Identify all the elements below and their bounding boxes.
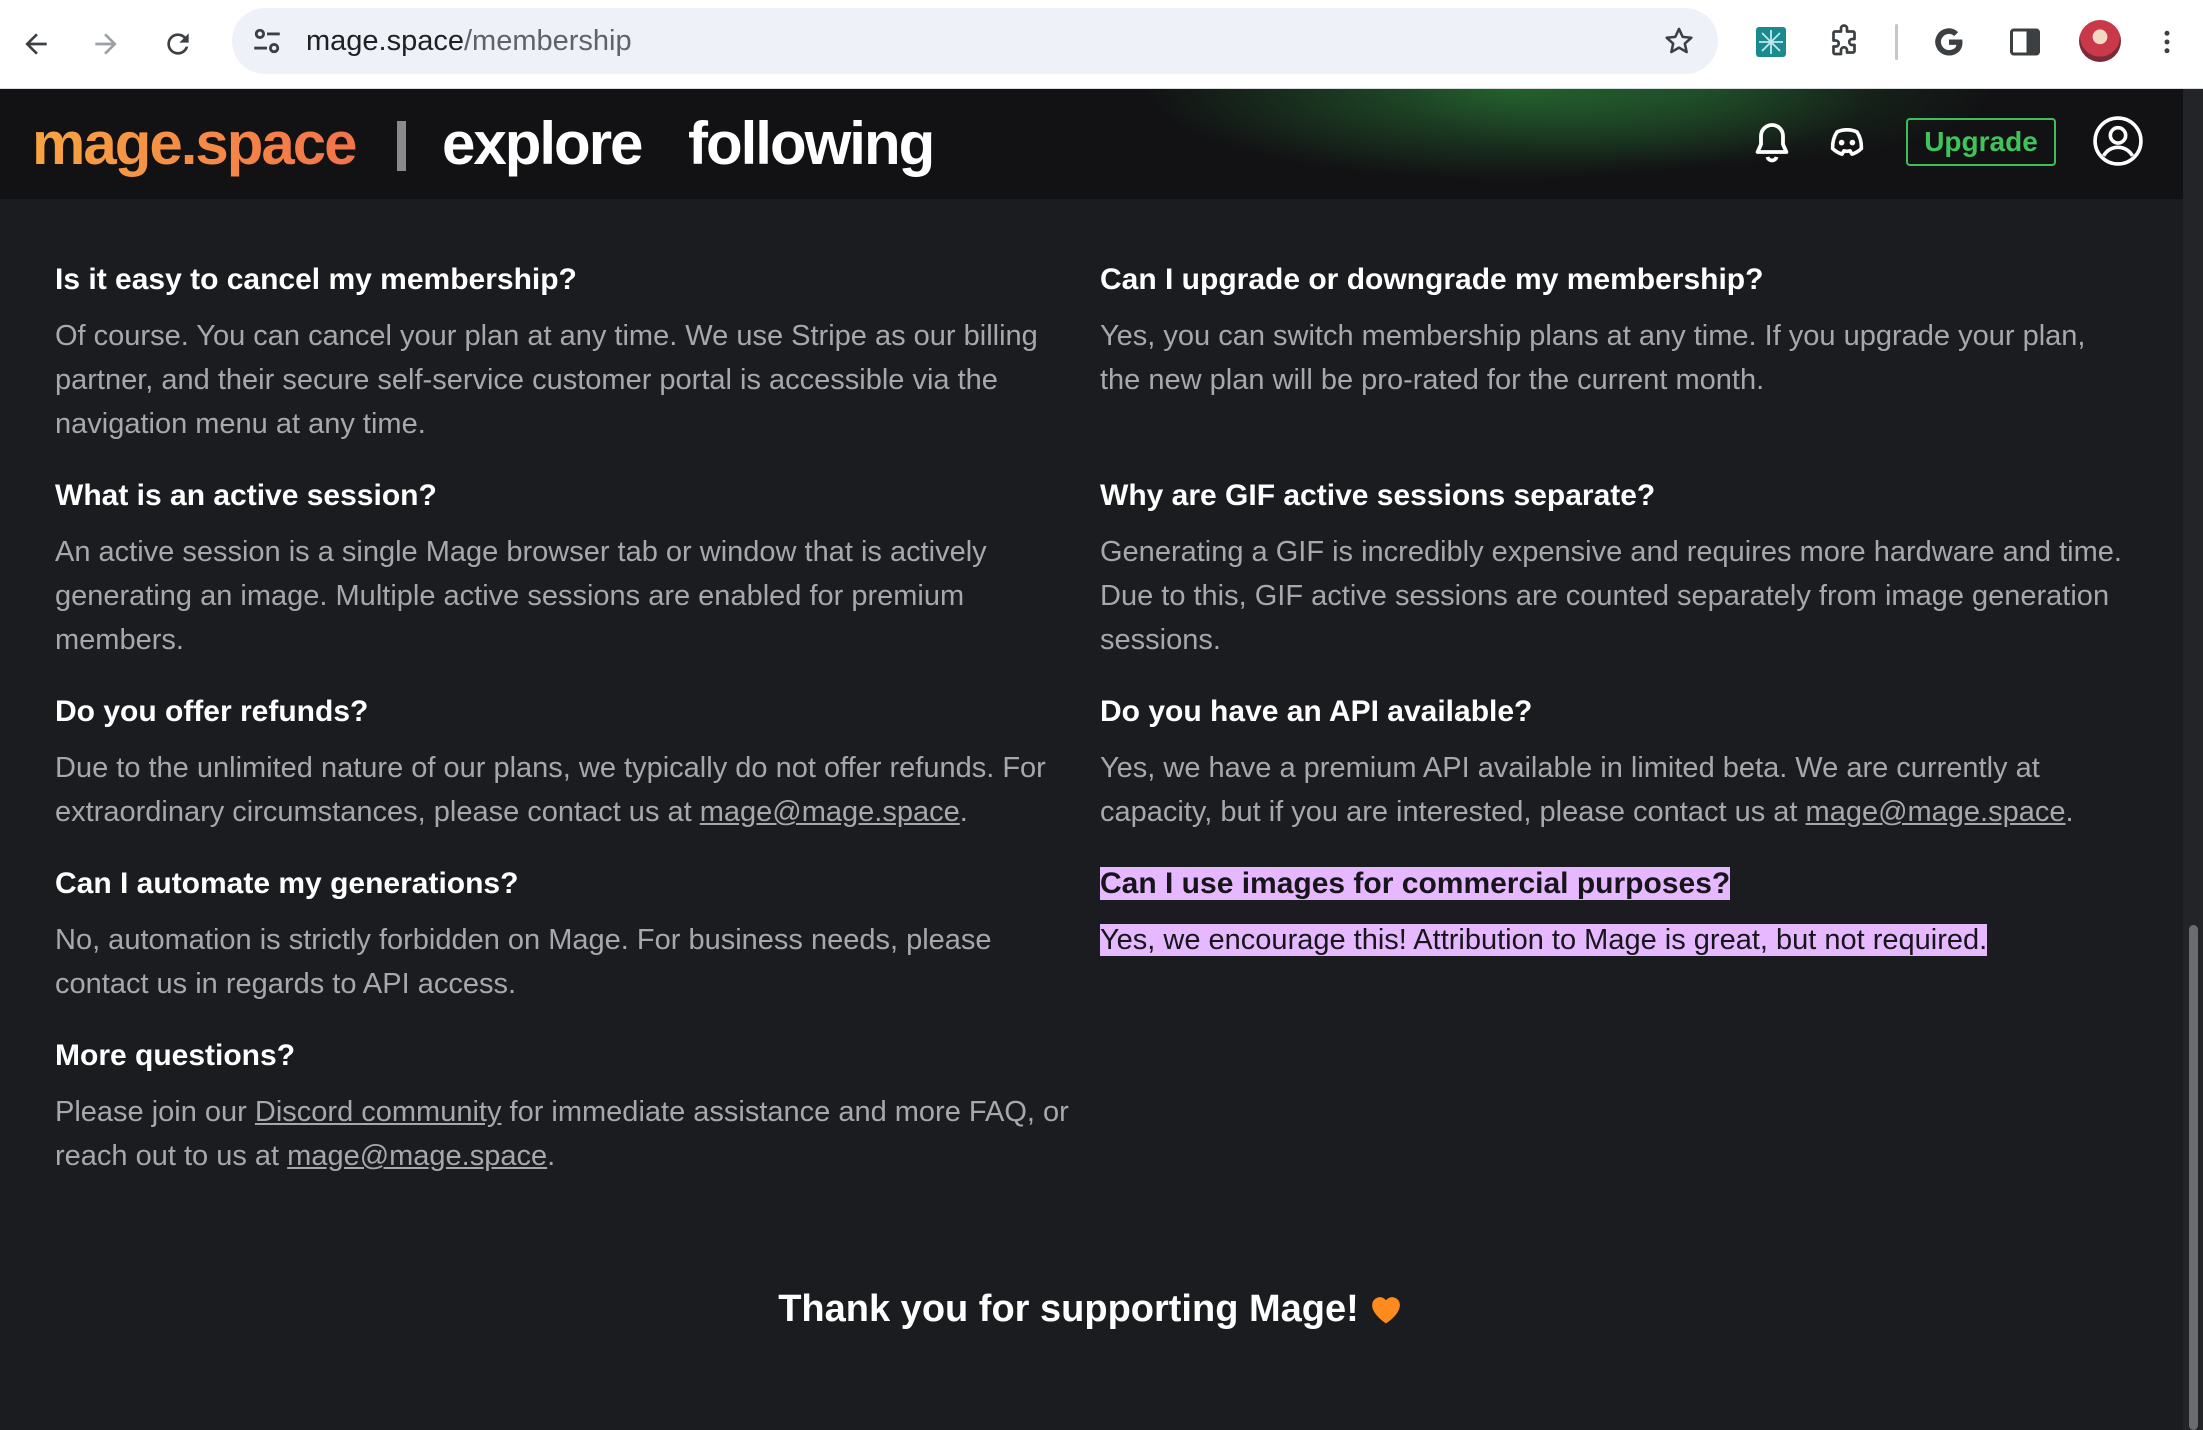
extension-icon [1756, 27, 1786, 57]
back-icon [25, 33, 47, 55]
faq-question-wrapper: Can I use images for commercial purposes… [1100, 864, 2130, 904]
faq-item-api: Do you have an API available? Yes, we ha… [1100, 692, 2130, 834]
faq-item-commercial: Can I use images for commercial purposes… [1100, 864, 2130, 962]
extension-button[interactable] [1751, 20, 1791, 64]
back-button[interactable] [12, 20, 60, 68]
faq-question: Can I automate my generations? [55, 867, 519, 900]
faq-answer: Due to the unlimited nature of our plans… [55, 746, 1070, 834]
faq-question: More questions? [55, 1039, 296, 1072]
faq-answer: Please join our Discord community for im… [55, 1090, 1085, 1178]
faq-question: Why are GIF active sessions separate? [1100, 479, 1656, 512]
browser-menu-button[interactable] [2152, 20, 2182, 64]
site-logo[interactable]: mage.space [32, 89, 358, 199]
profile-avatar[interactable] [2079, 20, 2121, 62]
discord-link[interactable]: Discord community [255, 1096, 502, 1128]
faq-item-more-questions: More questions? Please join our Discord … [55, 1036, 1085, 1178]
header-divider [397, 121, 406, 171]
toolbar-separator [1895, 24, 1898, 60]
faq-item-refunds: Do you offer refunds? Due to the unlimit… [55, 692, 1070, 834]
reload-icon [167, 33, 189, 55]
side-panel-button[interactable] [2005, 20, 2045, 64]
faq-question-highlighted: Can I use images for commercial purposes… [1100, 867, 1731, 900]
site-header: mage.space explore following Upgrade [0, 89, 2183, 199]
url-path: /membership [464, 25, 632, 57]
faq-answer-text: . [2065, 796, 2074, 828]
user-circle-icon[interactable] [2091, 114, 2145, 168]
thank-you-message: Thank you for supporting Mage! [0, 1288, 2183, 1331]
google-button[interactable] [1929, 20, 1969, 64]
faq-question: Can I upgrade or downgrade my membership… [1100, 263, 1764, 296]
faq-answer-wrapper: Yes, we encourage this! Attribution to M… [1100, 918, 2130, 962]
faq-answer-text: . [959, 796, 968, 828]
thank-you-text: Thank you for supporting Mage! [778, 1288, 1359, 1330]
nav-following[interactable]: following [688, 89, 935, 199]
faq-item-upgrade: Can I upgrade or downgrade my membership… [1100, 260, 2130, 402]
nav-explore[interactable]: explore [442, 89, 643, 199]
faq-item-automate: Can I automate my generations? No, autom… [55, 864, 1070, 1006]
faq-item-cancel: Is it easy to cancel my membership? Of c… [55, 260, 1070, 446]
faq-answer: Yes, we have a premium API available in … [1100, 746, 2130, 834]
forward-icon [95, 33, 117, 55]
upgrade-button[interactable]: Upgrade [1906, 118, 2056, 166]
google-icon [1935, 28, 1963, 56]
reload-button[interactable] [154, 20, 202, 68]
extensions-menu-button[interactable] [1824, 20, 1864, 64]
email-link[interactable]: mage@mage.space [1806, 796, 2066, 828]
faq-question: Is it easy to cancel my membership? [55, 263, 577, 296]
faq-answer: No, automation is strictly forbidden on … [55, 924, 992, 1000]
scrollbar-thumb[interactable] [2189, 925, 2198, 1430]
discord-icon[interactable] [1823, 119, 1871, 167]
faq-question: Do you have an API available? [1100, 695, 1533, 728]
faq-question: What is an active session? [55, 479, 437, 512]
browser-toolbar: mage.space/membership [0, 0, 2203, 89]
faq-answer-text: . [547, 1140, 556, 1172]
faq-item-active-session: What is an active session? An active ses… [55, 476, 1070, 662]
url-host: mage.space [306, 25, 464, 57]
faq-question: Do you offer refunds? [55, 695, 369, 728]
faq-answer: An active session is a single Mage brows… [55, 536, 987, 656]
url-text[interactable]: mage.space/membership [306, 8, 632, 74]
address-bar[interactable]: mage.space/membership [232, 8, 1718, 74]
puzzle-icon [1832, 24, 1856, 56]
tune-icon[interactable] [250, 24, 284, 58]
sidepanel-icon [2010, 28, 2040, 56]
forward-button[interactable] [82, 20, 130, 68]
faq-answer: Yes, you can switch membership plans at … [1100, 320, 2086, 396]
faq-answer: Of course. You can cancel your plan at a… [55, 320, 1038, 440]
email-link[interactable]: mage@mage.space [700, 796, 960, 828]
faq-item-gif-sessions: Why are GIF active sessions separate? Ge… [1100, 476, 2130, 662]
email-link[interactable]: mage@mage.space [287, 1140, 547, 1172]
bell-icon[interactable] [1748, 119, 1796, 167]
menu-icon [2164, 30, 2170, 54]
faq-answer-highlighted: Yes, we encourage this! Attribution to M… [1100, 924, 1988, 956]
star-icon[interactable] [1662, 24, 1696, 58]
heart-icon [1371, 1297, 1400, 1324]
faq-answer-text: Please join our [55, 1096, 255, 1128]
faq-answer: Generating a GIF is incredibly expensive… [1100, 536, 2122, 656]
